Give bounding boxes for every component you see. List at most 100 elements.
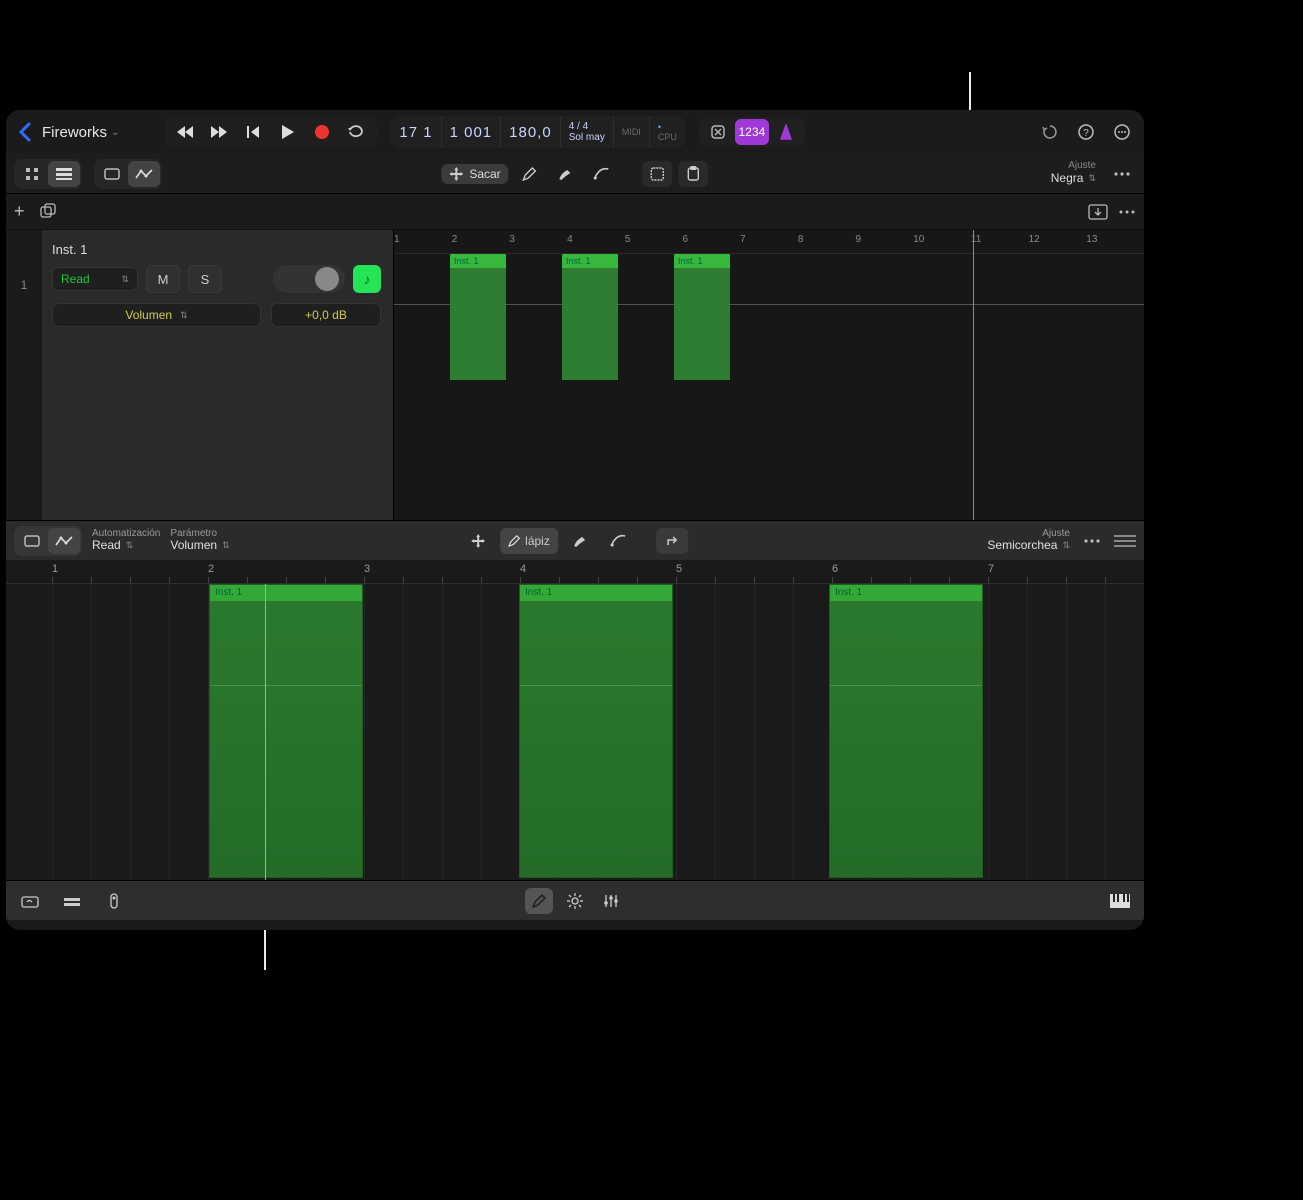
curve-tool-button[interactable]	[587, 161, 617, 187]
mixer-button[interactable]	[58, 888, 86, 914]
automation-view-button[interactable]	[128, 161, 160, 187]
grid-line	[754, 584, 755, 880]
grid-view-button[interactable]	[16, 161, 48, 187]
arrange-lanes[interactable]: 1234567891011121314 Inst. 1Inst. 1Inst. …	[394, 230, 1144, 520]
top-right-icons: ?	[1036, 118, 1136, 146]
editor-lane: Inst. 1 Inst. 1 Inst. 1	[6, 584, 1144, 880]
duplicate-track-button[interactable]	[39, 203, 57, 221]
import-button[interactable]	[1088, 204, 1108, 220]
editor-playhead[interactable]	[265, 584, 266, 880]
grid-line	[364, 584, 365, 880]
automation-param-value[interactable]: +0,0 dB	[271, 303, 381, 327]
undo-history-button[interactable]	[1036, 118, 1064, 146]
back-button[interactable]	[14, 122, 36, 142]
bar-ruler-top[interactable]: 1234567891011121314	[394, 230, 1144, 254]
dock-sliders-button[interactable]	[597, 888, 625, 914]
dock-gear-button[interactable]	[561, 888, 589, 914]
grid-line	[715, 584, 716, 880]
ruler-tick	[403, 577, 404, 583]
lcd-signature: 4 / 4	[569, 122, 605, 132]
arrange-tool-center: Sacar	[441, 161, 708, 187]
clipboard-button[interactable]	[679, 161, 709, 187]
ruler-tick	[715, 577, 716, 583]
pencil-tool-button[interactable]	[515, 161, 545, 187]
editor-region-view-button[interactable]	[16, 528, 48, 554]
lcd-key: Sol may	[569, 133, 605, 143]
editor-automation-view-button[interactable]	[48, 528, 80, 554]
metronome-button[interactable]	[769, 119, 803, 145]
count-in-button[interactable]: 1234	[735, 119, 769, 145]
ruler-tick	[52, 577, 53, 583]
cycle-button[interactable]	[345, 121, 367, 143]
region-header-label: Inst. 1	[674, 254, 730, 268]
editor-move-tool[interactable]	[462, 528, 494, 554]
ruler-mark: 7	[988, 563, 994, 575]
track-header-column: 1 Inst. 1 Read ⇅ M S ♪	[6, 230, 394, 520]
ruler-tick	[364, 577, 365, 583]
region-view-button[interactable]	[96, 161, 128, 187]
midi-region[interactable]: Inst. 1	[450, 254, 506, 380]
lcd-tempo: 180,0	[509, 125, 552, 140]
solo-button[interactable]: S	[188, 265, 222, 293]
go-to-start-button[interactable]	[243, 121, 265, 143]
editor-pencil-tool[interactable]: lápiz	[500, 528, 558, 554]
record-button[interactable]	[311, 121, 333, 143]
help-button[interactable]: ?	[1072, 118, 1100, 146]
midi-region[interactable]: Inst. 1	[674, 254, 730, 380]
lcd-display[interactable]: 17 1 1 001 180,0 4 / 4 Sol may MIDI • CP…	[391, 116, 684, 148]
automation-param-select[interactable]: Volumen ⇅	[52, 303, 261, 327]
add-track-button[interactable]: +	[14, 201, 25, 222]
list-view-button[interactable]	[48, 161, 80, 187]
svg-text:?: ?	[1083, 128, 1089, 139]
editor-automation-mode[interactable]: Automatización Read⇅	[92, 528, 160, 552]
arrange-area: 1 Inst. 1 Read ⇅ M S ♪	[6, 230, 1144, 520]
midi-region[interactable]: Inst. 1	[829, 584, 983, 878]
editor-more-button[interactable]	[1078, 527, 1106, 555]
forward-button[interactable]	[209, 121, 231, 143]
mode-pill-group: 1234	[699, 117, 805, 147]
midi-region[interactable]: Inst. 1	[209, 584, 363, 878]
track-header[interactable]: Inst. 1 Read ⇅ M S ♪ Volumen	[42, 230, 393, 520]
smart-controls-button[interactable]	[100, 888, 128, 914]
editor-parameter[interactable]: Parámetro Volumen⇅	[170, 528, 229, 552]
project-name-dropdown[interactable]: Fireworks ⌄	[42, 124, 119, 141]
playhead[interactable]	[973, 230, 974, 520]
editor-snap-setting[interactable]: Ajuste Semicorchea⇅	[987, 528, 1070, 552]
region-header-label: Inst. 1	[830, 585, 982, 601]
midi-region[interactable]: Inst. 1	[562, 254, 618, 380]
snap-setting[interactable]: Ajuste Negra⇅	[1051, 161, 1102, 185]
ruler-tick	[286, 577, 287, 583]
grid-line	[1027, 584, 1028, 880]
ruler-tick	[871, 577, 872, 583]
region-lane: Inst. 1 Inst. 1 Inst. 1	[394, 254, 1144, 380]
pan-knob[interactable]	[273, 265, 345, 293]
automation-mode-select[interactable]: Read ⇅	[52, 267, 138, 291]
bar-ruler-editor[interactable]: 12345678	[6, 560, 1144, 584]
editor-menu-button[interactable]	[1114, 535, 1136, 547]
track-header-more-button[interactable]	[1118, 209, 1136, 215]
ruler-mark: 3	[364, 563, 370, 575]
editor-link-button[interactable]	[656, 528, 688, 554]
cpu-dot-icon: •	[658, 123, 677, 132]
rewind-button[interactable]	[175, 121, 197, 143]
ruler-tick	[559, 577, 560, 583]
brush-tool-button[interactable]	[551, 161, 581, 187]
play-button[interactable]	[277, 121, 299, 143]
loop-browser-button[interactable]	[643, 161, 673, 187]
mute-button[interactable]: M	[146, 265, 180, 293]
ruler-mark: 12	[1029, 234, 1040, 245]
editor-brush-tool[interactable]	[564, 528, 596, 554]
midi-region[interactable]: Inst. 1	[519, 584, 673, 878]
instrument-chip[interactable]: ♪	[353, 265, 381, 293]
piano-keyboard-button[interactable]	[1106, 888, 1134, 914]
move-tool-button[interactable]: Sacar	[441, 164, 508, 184]
ruler-tick	[1027, 577, 1028, 583]
arrange-more-button[interactable]	[1108, 160, 1136, 188]
ruler-mark: 6	[832, 563, 838, 575]
more-menu-button[interactable]	[1108, 118, 1136, 146]
editor-body[interactable]: 12345678 Inst. 1Inst. 1Inst. 1	[6, 560, 1144, 880]
dock-pencil-button[interactable]	[525, 888, 553, 914]
library-button[interactable]	[16, 888, 44, 914]
editor-curve-tool[interactable]	[602, 528, 634, 554]
tuner-button[interactable]	[701, 119, 735, 145]
